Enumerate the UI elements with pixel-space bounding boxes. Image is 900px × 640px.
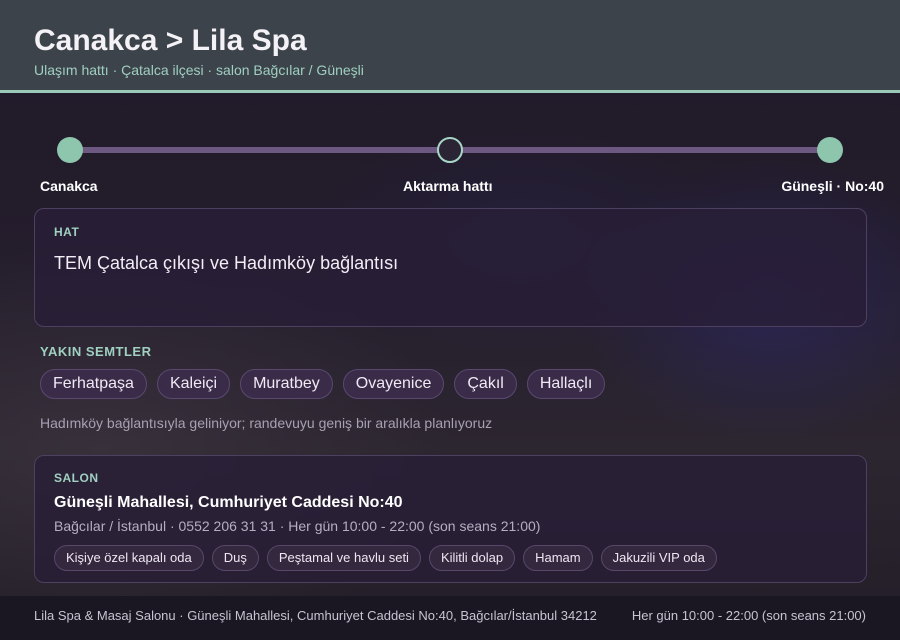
amenity-list: Kişiye özel kapalı oda Duş Peştamal ve h… bbox=[54, 545, 717, 571]
amenity-tag: Duş bbox=[211, 545, 259, 571]
route-caption: HAT bbox=[54, 225, 80, 239]
stop-marker-start bbox=[57, 137, 83, 163]
nearby-caption: YAKIN SEMTLER bbox=[40, 344, 152, 359]
stop-marker-end bbox=[817, 137, 843, 163]
amenity-tag: Jakuzili VIP oda bbox=[600, 545, 717, 571]
nearby-note: Hadımköy bağlantısıyla geliniyor; randev… bbox=[40, 415, 493, 431]
nearby-list: Ferhatpaşa Kaleiçi Muratbey Ovayenice Ça… bbox=[40, 369, 606, 399]
nearby-chip[interactable]: Muratbey bbox=[240, 369, 333, 399]
salon-address: Güneşli Mahallesi, Cumhuriyet Caddesi No… bbox=[54, 494, 403, 511]
amenity-tag: Kişiye özel kapalı oda bbox=[54, 545, 204, 571]
route-card: HAT TEM Çatalca çıkışı ve Hadımköy bağla… bbox=[34, 208, 867, 327]
stop-label-transfer: Aktarma hattı bbox=[403, 178, 493, 194]
salon-card: SALON Güneşli Mahallesi, Cumhuriyet Cadd… bbox=[34, 455, 867, 583]
nearby-chip[interactable]: Kaleiçi bbox=[156, 369, 231, 399]
salon-caption: SALON bbox=[54, 471, 99, 485]
nearby-chip[interactable]: Hallaçlı bbox=[526, 369, 606, 399]
footer-address: Lila Spa & Masaj Salonu · Güneşli Mahall… bbox=[34, 608, 597, 623]
nearby-chip[interactable]: Çakıl bbox=[454, 369, 517, 399]
amenity-tag: Peştamal ve havlu seti bbox=[266, 545, 421, 571]
page-subtitle: Ulaşım hattı · Çatalca ilçesi · salon Ba… bbox=[34, 62, 364, 78]
stop-label-start: Canakca bbox=[40, 178, 98, 194]
amenity-tag: Kilitli dolap bbox=[428, 545, 516, 571]
amenity-tag: Hamam bbox=[523, 545, 593, 571]
page-header: Canakca > Lila Spa Ulaşım hattı · Çatalc… bbox=[0, 0, 900, 93]
salon-info: Bağcılar / İstanbul · 0552 206 31 31 · H… bbox=[54, 518, 541, 534]
route-text: TEM Çatalca çıkışı ve Hadımköy bağlantıs… bbox=[54, 253, 399, 273]
nearby-chip[interactable]: Ovayenice bbox=[342, 369, 445, 399]
nearby-chip[interactable]: Ferhatpaşa bbox=[40, 369, 147, 399]
page-title: Canakca > Lila Spa bbox=[34, 24, 307, 57]
stop-label-end: Güneşli · No:40 bbox=[781, 178, 884, 194]
stop-marker-transfer bbox=[437, 137, 463, 163]
footer-hours: Her gün 10:00 - 22:00 (son seans 21:00) bbox=[631, 608, 866, 623]
page-footer: Lila Spa & Masaj Salonu · Güneşli Mahall… bbox=[0, 596, 900, 640]
